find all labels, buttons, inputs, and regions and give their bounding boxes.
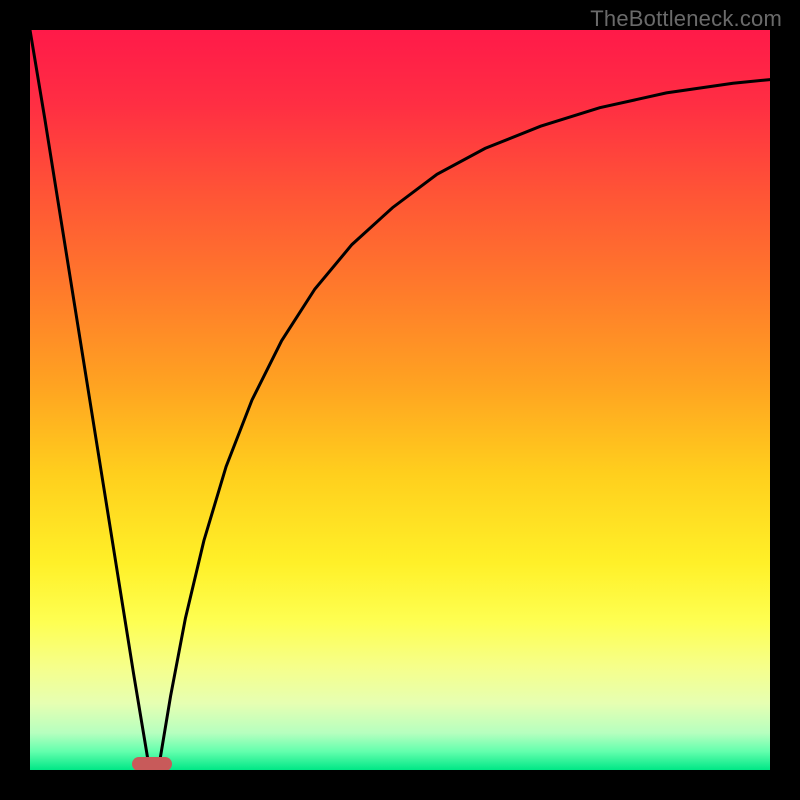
plot-area	[30, 30, 770, 770]
curve-right-branch	[160, 80, 771, 763]
chart-frame: TheBottleneck.com	[0, 0, 800, 800]
curve-left-branch	[30, 30, 148, 763]
watermark-text: TheBottleneck.com	[590, 6, 782, 32]
optimal-point-marker	[132, 757, 172, 770]
bottleneck-curve	[30, 30, 770, 770]
